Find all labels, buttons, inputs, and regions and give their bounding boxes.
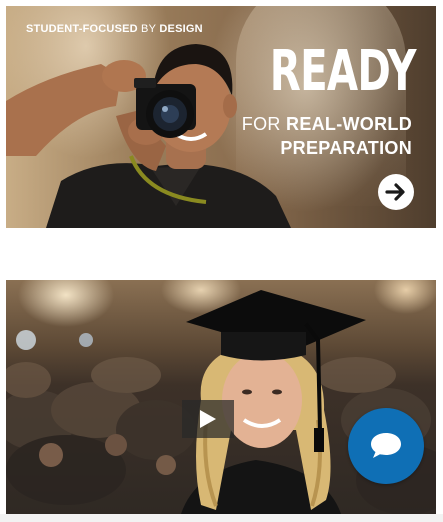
play-button[interactable] [182, 400, 234, 438]
promo-kicker: STUDENT-FOCUSED BY DESIGN [26, 23, 203, 35]
arrow-right-circle-icon[interactable] [378, 174, 414, 210]
promo-headline: READY [270, 39, 417, 104]
speech-bubble-icon [371, 433, 401, 458]
page-footer-strip [0, 514, 443, 522]
promo-subheadline: FOR REAL-WORLD PREPARATION [241, 114, 412, 158]
page: STUDENT-FOCUSED BY DESIGN READY FOR REAL… [0, 0, 443, 522]
ready-promo-banner[interactable]: STUDENT-FOCUSED BY DESIGN READY FOR REAL… [6, 6, 436, 228]
play-icon [200, 410, 216, 428]
chat-button[interactable] [348, 408, 424, 484]
